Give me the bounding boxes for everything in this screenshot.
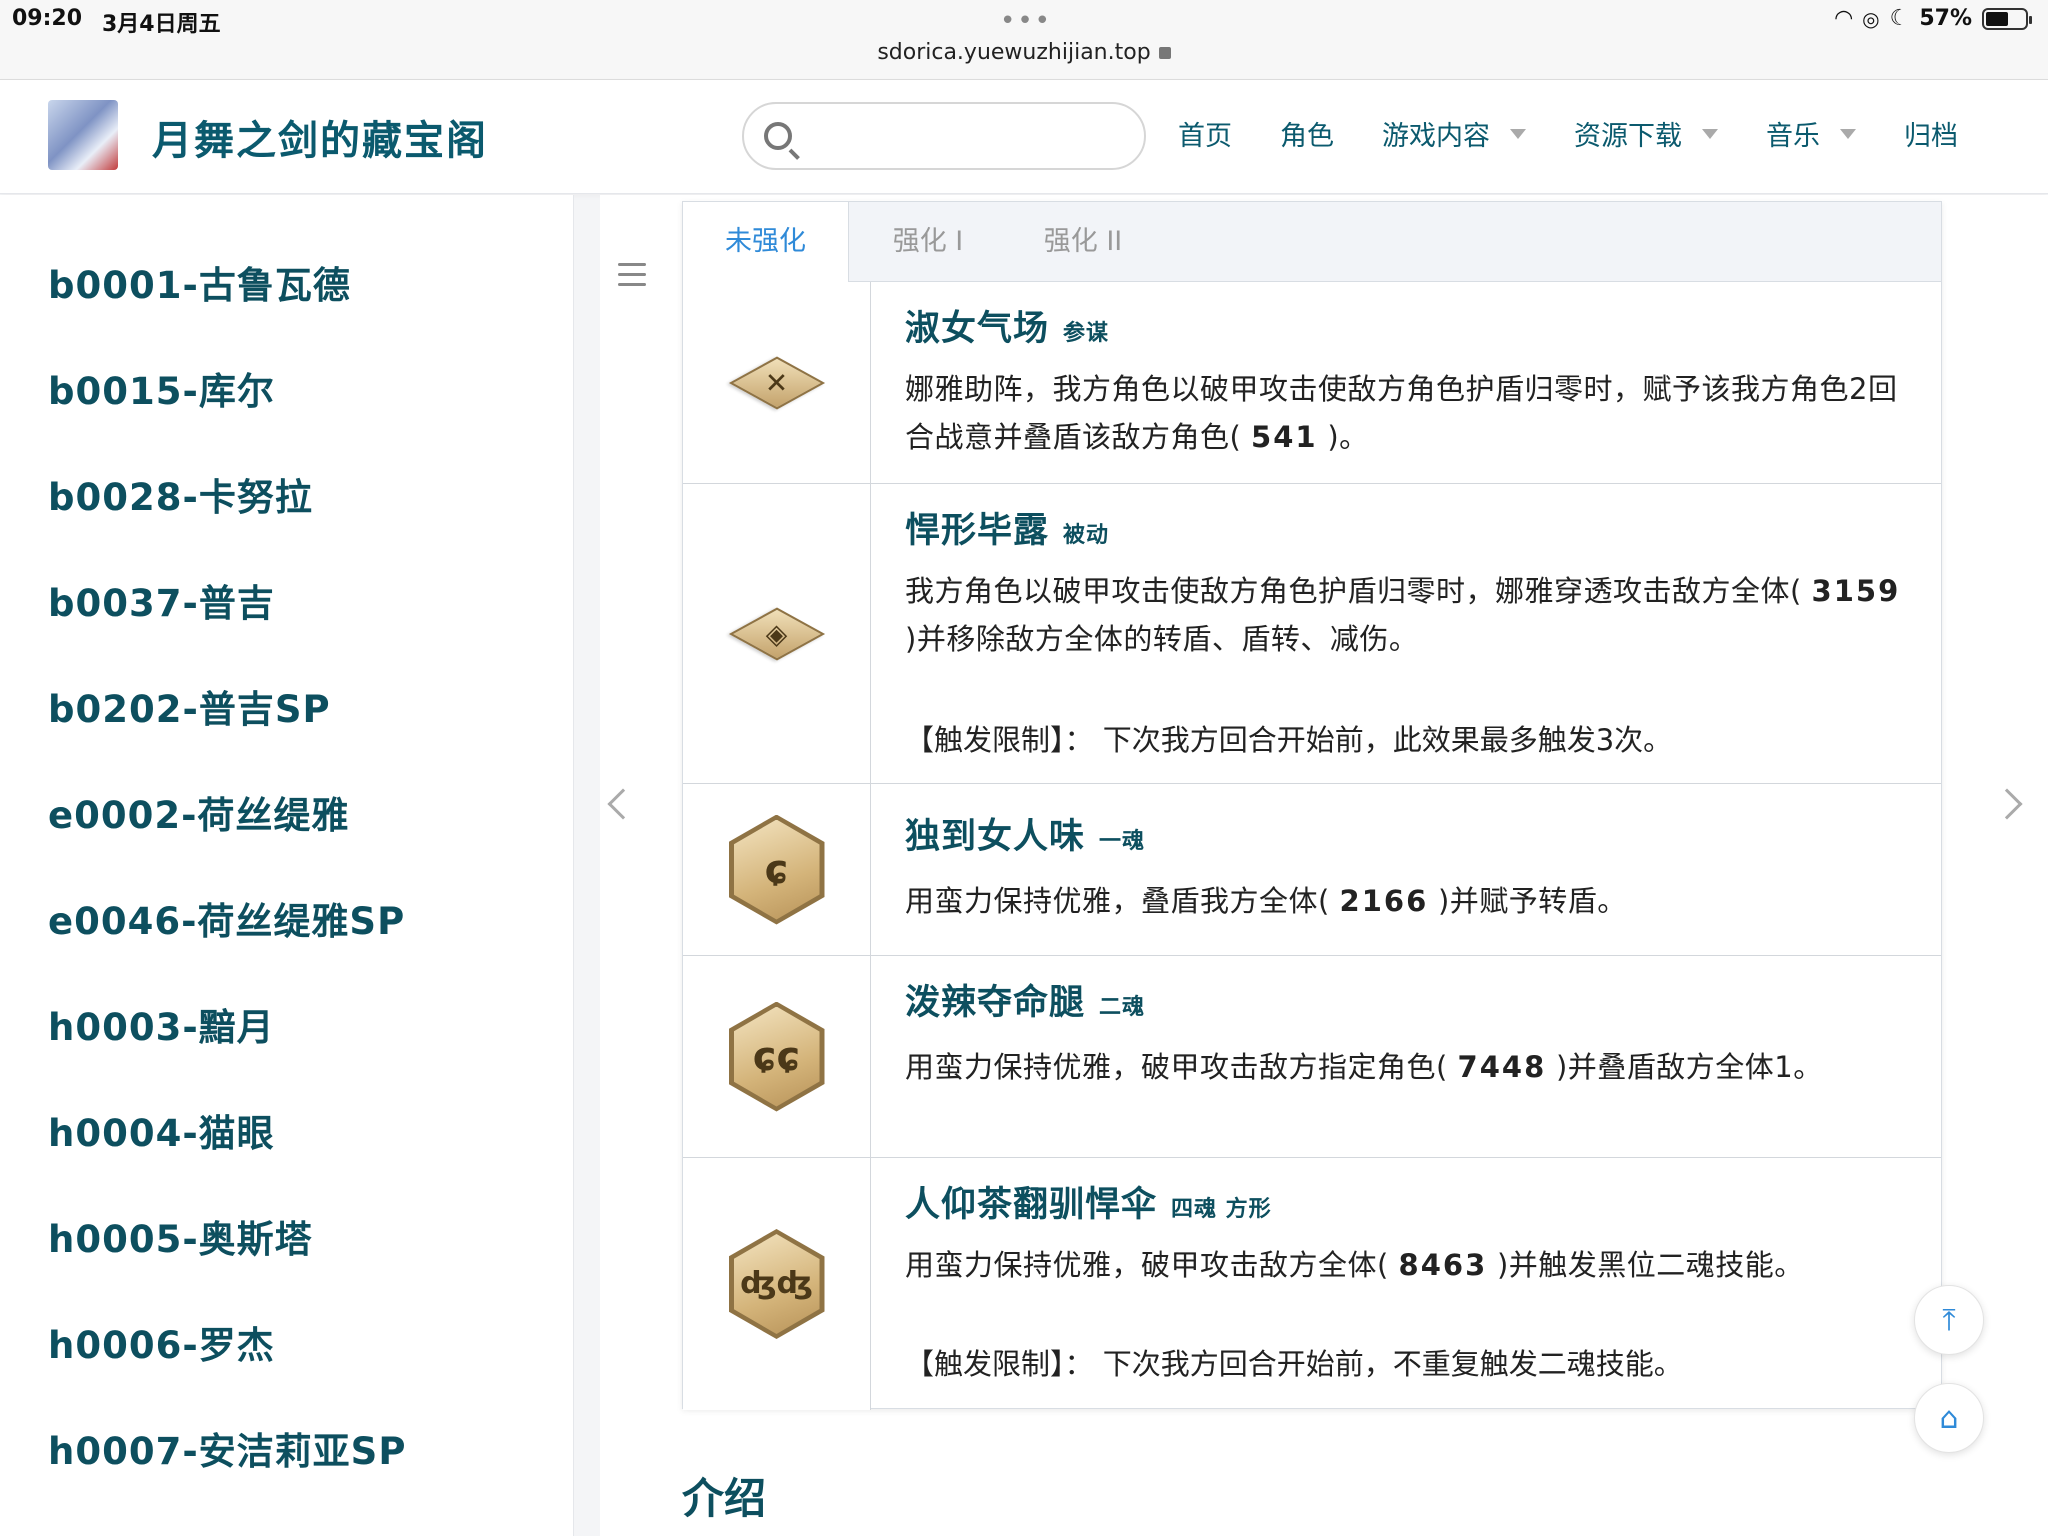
skill-tabs: 未强化 强化 I 强化 II <box>683 202 1941 283</box>
back-to-top-button[interactable]: ⤒ <box>1914 1285 1984 1355</box>
nav-game-content[interactable]: 游戏内容 <box>1382 114 1526 153</box>
nav-home[interactable]: 首页 <box>1178 114 1232 153</box>
skill-row: ✕ 淑女气场 参谋 娜雅助阵，我方角色以破甲攻击使敌方角色护盾归零时，赋予该我方角… <box>683 282 1941 484</box>
skill-icon-cell: ɕ <box>683 784 871 955</box>
hex-one-soul-icon: ɕ <box>728 814 825 925</box>
sidebar-item-b0037[interactable]: b0037-普吉 <box>48 573 275 627</box>
menu-icon[interactable] <box>618 263 646 293</box>
battery-percent: 57% <box>1919 6 1972 31</box>
search-box[interactable] <box>742 102 1146 170</box>
skill-description: 用蛮力保持优雅，叠盾我方全体( 2166 )并赋予转盾。 <box>905 884 1627 918</box>
skill-icon-cell: ɕɕ <box>683 956 871 1157</box>
nav-music[interactable]: 音乐 <box>1766 114 1856 153</box>
sidebar-item-e0046[interactable]: e0046-荷丝缇雅SP <box>48 891 405 945</box>
site-title[interactable]: 月舞之剑的藏宝阁 <box>152 108 488 166</box>
sidebar-item-b0015[interactable]: b0015-库尔 <box>48 361 275 415</box>
nav-archive-label: 归档 <box>1904 121 1958 152</box>
skill-value: 3159 <box>1811 574 1901 608</box>
site-logo[interactable] <box>48 100 118 170</box>
skill-description: 用蛮力保持优雅，破甲攻击敌方指定角色( 7448 )并叠盾敌方全体1。 <box>905 1050 1823 1084</box>
battery-icon <box>1982 7 2032 30</box>
search-icon[interactable] <box>764 122 792 150</box>
skill-name: 悍形毕露 被动 <box>905 511 1110 551</box>
main-nav: 首页 角色 游戏内容 资源下载 音乐 归档 <box>1178 114 1958 153</box>
tab-enhance-2[interactable]: 强化 II <box>1013 202 1153 282</box>
status-time: 09:20 <box>12 6 83 31</box>
skill-icon-cell: ʤʤ <box>683 1158 871 1410</box>
moon-icon: ☾ <box>1889 6 1910 31</box>
site-header: 月舞之剑的藏宝阁 首页 角色 游戏内容 资源下载 音乐 归档 <box>0 80 2048 194</box>
lock-icon <box>1158 47 1171 59</box>
sidebar-item-h0003[interactable]: h0003-黯月 <box>48 997 275 1051</box>
shirt-icon[interactable]: ⌂ <box>1914 1383 1984 1453</box>
sidebar-item-h0005[interactable]: h0005-奥斯塔 <box>48 1209 313 1263</box>
skill-tag: 被动 <box>1063 523 1110 548</box>
skill-description: 我方角色以破甲攻击使敌方角色护盾归零时，娜雅穿透攻击敌方全体( 3159 )并移… <box>905 574 1901 656</box>
skill-tag: 四魂 方形 <box>1171 1197 1272 1222</box>
skill-description: 娜雅助阵，我方角色以破甲攻击使敌方角色护盾归零时，赋予该我方角色2回合战意并叠盾… <box>905 372 1898 454</box>
hex-two-soul-icon: ɕɕ <box>728 1001 825 1112</box>
status-indicators: ◠ ◎ ☾ 57% <box>1835 6 2032 31</box>
skill-panel: 未强化 强化 I 强化 II ✕ 淑女气场 参谋 娜雅助阵，我方角色以破甲攻击使敌… <box>682 201 1942 1410</box>
skill-icon-cell: ✕ <box>683 282 871 483</box>
skill-name: 人仰茶翻驯悍伞 四魂 方形 <box>905 1185 1272 1225</box>
status-bar: 09:20 3月4日周五 ••• sdorica.yuewuzhijian.to… <box>0 0 2048 80</box>
sidebar-item-h0007[interactable]: h0007-安洁莉亚SP <box>48 1421 406 1475</box>
status-date: 3月4日周五 <box>102 12 221 37</box>
hex-four-soul-icon: ʤʤ <box>728 1229 825 1339</box>
skill-value: 8463 <box>1398 1248 1488 1282</box>
tab-overview-dots-icon[interactable]: ••• <box>1000 6 1052 36</box>
sidebar-item-b0202[interactable]: b0202-普吉SP <box>48 679 331 733</box>
skill-name: 泼辣夺命腿 二魂 <box>905 983 1146 1023</box>
nav-downloads[interactable]: 资源下载 <box>1574 114 1718 153</box>
tab-unenhanced[interactable]: 未强化 <box>683 202 849 283</box>
tab-enhance-1[interactable]: 强化 I <box>863 202 993 282</box>
skill-description: 用蛮力保持优雅，破甲攻击敌方全体( 8463 )并触发黑位二魂技能。 <box>905 1248 1804 1282</box>
wifi-icon: ◠ <box>1835 6 1853 31</box>
sidebar: b0001-古鲁瓦德 b0015-库尔 b0028-卡努拉 b0037-普吉 b… <box>0 195 574 1536</box>
search-input[interactable] <box>808 112 1128 160</box>
skill-tag: 参谋 <box>1063 321 1110 346</box>
skill-value: 2166 <box>1339 884 1429 918</box>
nav-home-label: 首页 <box>1178 121 1232 152</box>
skill-name: 独到女人味 一魂 <box>905 817 1146 857</box>
nav-characters-label: 角色 <box>1280 121 1334 152</box>
sidebar-item-e0002[interactable]: e0002-荷丝缇雅 <box>48 785 349 839</box>
skill-tag: 一魂 <box>1099 829 1146 854</box>
url-text: sdorica.yuewuzhijian.top <box>877 40 1151 65</box>
chevron-down-icon <box>1840 128 1856 139</box>
chevron-down-icon <box>1702 128 1718 139</box>
target-icon: ◈ <box>765 617 788 650</box>
section-title-intro: 介绍 <box>682 1474 767 1523</box>
crossed-swords-icon: ✕ <box>764 366 789 399</box>
rotation-lock-icon: ◎ <box>1862 6 1880 31</box>
skill-trigger-limit: 【触发限制】： 下次我方回合开始前，此效果最多触发3次。 <box>905 723 1673 757</box>
skill-trigger-limit: 【触发限制】： 下次我方回合开始前，不重复触发二魂技能。 <box>905 1347 1683 1381</box>
sidebar-item-b0028[interactable]: b0028-卡努拉 <box>48 467 313 521</box>
sidebar-item-b0001[interactable]: b0001-古鲁瓦德 <box>48 255 351 309</box>
nav-archive[interactable]: 归档 <box>1904 114 1958 153</box>
nav-game-content-label: 游戏内容 <box>1382 121 1490 152</box>
nav-music-label: 音乐 <box>1766 121 1820 152</box>
skill-row: ɕ 独到女人味 一魂 用蛮力保持优雅，叠盾我方全体( 2166 )并赋予转盾。 <box>683 784 1941 956</box>
skill-value: 541 <box>1251 420 1318 454</box>
address-bar[interactable]: sdorica.yuewuzhijian.top <box>0 40 2048 65</box>
chevron-right-icon[interactable] <box>1991 788 2023 820</box>
sidebar-item-h0004[interactable]: h0004-猫眼 <box>48 1103 275 1157</box>
skill-row: ◈ 悍形毕露 被动 我方角色以破甲攻击使敌方角色护盾归零时，娜雅穿透攻击敌方全体(… <box>683 484 1941 784</box>
chevron-down-icon <box>1510 128 1526 139</box>
skill-tag: 二魂 <box>1099 995 1146 1020</box>
nav-downloads-label: 资源下载 <box>1574 121 1682 152</box>
main-content: 未强化 强化 I 强化 II ✕ 淑女气场 参谋 娜雅助阵，我方角色以破甲攻击使敌… <box>600 195 2048 1536</box>
nav-characters[interactable]: 角色 <box>1280 114 1334 153</box>
skill-value: 7448 <box>1457 1050 1547 1084</box>
skill-row: ɕɕ 泼辣夺命腿 二魂 用蛮力保持优雅，破甲攻击敌方指定角色( 7448 )并叠盾… <box>683 956 1941 1158</box>
skill-icon-cell: ◈ <box>683 484 871 783</box>
sidebar-item-h0006[interactable]: h0006-罗杰 <box>48 1315 275 1369</box>
chevron-left-icon[interactable] <box>607 788 639 820</box>
skill-name: 淑女气场 参谋 <box>905 309 1110 349</box>
skill-row: ʤʤ 人仰茶翻驯悍伞 四魂 方形 用蛮力保持优雅，破甲攻击敌方全体( 8463 )… <box>683 1158 1941 1410</box>
